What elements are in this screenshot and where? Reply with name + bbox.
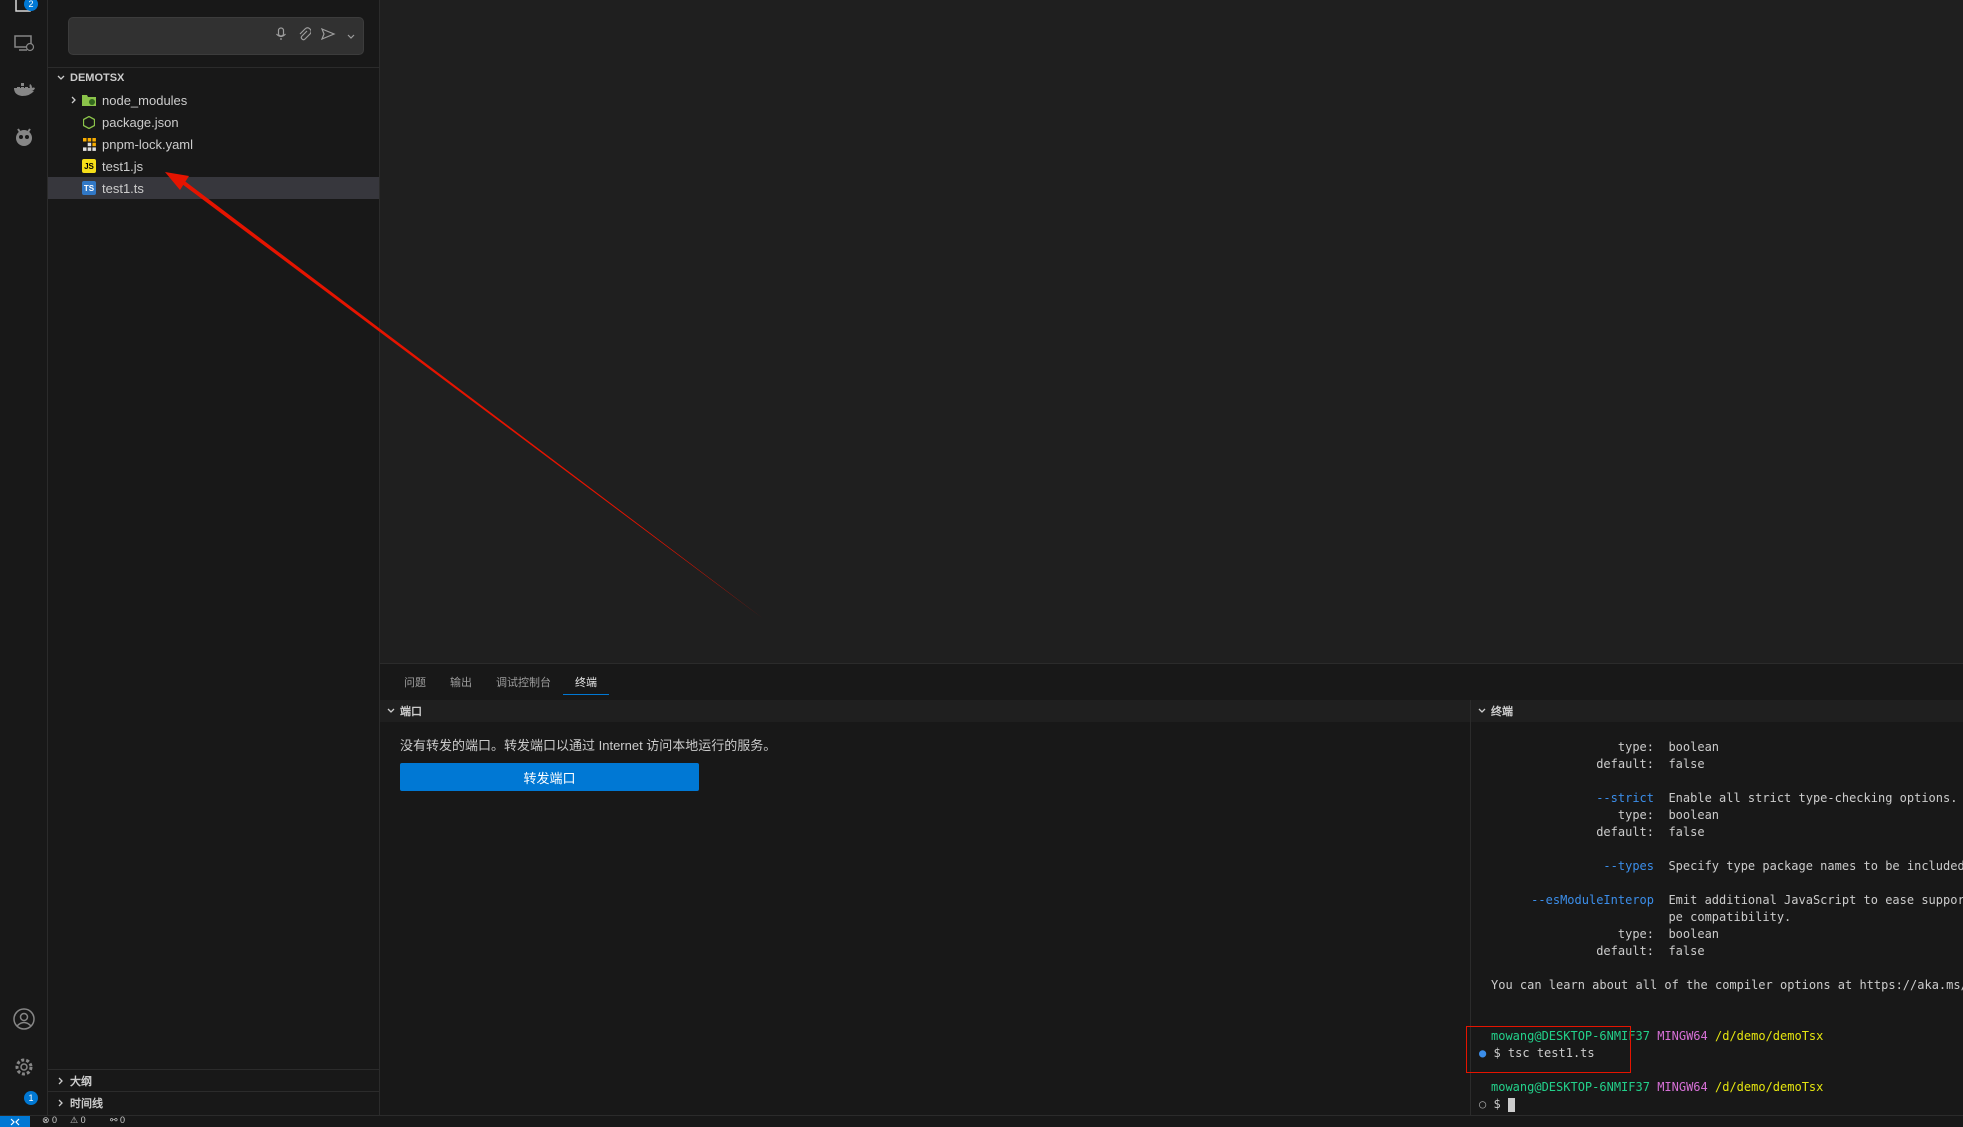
tree-item-test1-ts[interactable]: TS test1.ts [48, 177, 379, 199]
tab-terminal[interactable]: 终端 [563, 670, 609, 695]
error-count[interactable]: ⊗ 0 [42, 1115, 57, 1126]
terminal-line: You can learn about all of the compiler … [1491, 978, 1963, 992]
ports-view: 端口 没有转发的端口。转发端口以通过 Internet 访问本地运行的服务。 转… [380, 700, 1471, 1116]
tree-item-pnpm-lock[interactable]: pnpm-lock.yaml [48, 133, 379, 155]
terminal-line: default: false [1596, 944, 1705, 958]
tab-debug-console[interactable]: 调试控制台 [484, 670, 563, 695]
outline-section[interactable]: 大纲 [48, 1069, 379, 1092]
chevron-down-icon[interactable] [347, 28, 355, 43]
pnpm-icon [82, 137, 96, 151]
editor-area[interactable] [380, 0, 1963, 663]
outline-label: 大纲 [70, 1076, 92, 1088]
timeline-label: 时间线 [70, 1098, 103, 1110]
explorer-root-label: DEMOTSX [70, 72, 125, 84]
chevron-right-icon [52, 1076, 70, 1086]
tree-item-package-json[interactable]: package.json [48, 111, 379, 133]
gear-icon[interactable] [11, 1054, 37, 1080]
chat-input[interactable] [68, 17, 364, 55]
status-bar: ⊗ 0 ⚠ 0 ⚯ 0 [0, 1115, 1963, 1127]
tree-item-label: pnpm-lock.yaml [102, 136, 194, 152]
ports-message: 没有转发的端口。转发端口以通过 Internet 访问本地运行的服务。 [400, 738, 777, 753]
remote-indicator[interactable] [0, 1116, 30, 1127]
chevron-down-icon [1473, 706, 1491, 716]
terminal-line: default: false [1596, 757, 1705, 771]
terminal-line: type: boolean [1617, 808, 1720, 822]
tree-item-label: package.json [102, 114, 179, 130]
bottom-panel: 问题 输出 调试控制台 终端 端口 没有转发的端口。转发端口以通过 Intern… [380, 663, 1963, 1116]
terminal-header-label: 终端 [1491, 706, 1513, 718]
chat-tools [275, 27, 355, 44]
annotation-box [1466, 1026, 1631, 1073]
chevron-right-icon [66, 95, 82, 105]
nodejs-icon [82, 115, 96, 129]
terminal-line: --strict Enable all strict type-checking… [1596, 791, 1958, 805]
terminal-current-prompt: ○ $ [1479, 1096, 1515, 1113]
account-icon[interactable] [11, 1006, 37, 1032]
terminal-prompt: mowang@DESKTOP-6NMIF37 MINGW64 /d/demo/d… [1491, 1080, 1824, 1094]
js-file-icon: JS [82, 159, 96, 173]
forward-port-button[interactable]: 转发端口 [400, 763, 699, 791]
tree-item-label: node_modules [102, 92, 188, 108]
tree-item-node-modules[interactable]: node_modules [48, 89, 379, 111]
send-icon[interactable] [320, 27, 337, 43]
activity-bar: 2 1 [0, 0, 48, 1115]
ports-count[interactable]: ⚯ 0 [110, 1115, 125, 1126]
terminal-line: --types Specify type package names to be… [1603, 859, 1963, 873]
settings-badge: 1 [24, 1091, 38, 1105]
sidebar: DEMOTSX node_modules package.json pnpm-l… [48, 0, 380, 1115]
warning-count[interactable]: ⚠ 0 [70, 1115, 86, 1126]
tab-output[interactable]: 输出 [438, 670, 484, 695]
chevron-down-icon [52, 73, 70, 83]
chevron-down-icon [382, 706, 400, 716]
tree-item-label: test1.ts [102, 180, 144, 196]
tab-problems[interactable]: 问题 [392, 670, 438, 695]
attach-icon[interactable] [297, 27, 312, 44]
terminal-line: pe compatibility. [1668, 910, 1792, 924]
docker-icon[interactable] [11, 78, 37, 104]
microphone-icon[interactable] [275, 27, 287, 44]
chevron-right-icon [52, 1098, 70, 1108]
terminal-line: type: boolean [1617, 740, 1720, 754]
folder-node-icon [82, 93, 96, 107]
tree-item-test1-js[interactable]: JS test1.js [48, 155, 379, 177]
terminal-line: type: boolean [1617, 927, 1720, 941]
terminal-header[interactable]: 终端 [1471, 700, 1963, 722]
panel-tabs: 问题 输出 调试控制台 终端 [392, 670, 609, 695]
explorer-root[interactable]: DEMOTSX [48, 67, 379, 89]
remote-explorer-icon[interactable] [11, 30, 37, 56]
ports-header-label: 端口 [400, 706, 422, 718]
terminal-line: --esModuleInterop Emit additional JavaSc… [1531, 893, 1963, 907]
copilot-icon[interactable] [11, 124, 37, 150]
tree-item-label: test1.js [102, 158, 144, 174]
ports-header[interactable]: 端口 [380, 700, 1470, 722]
terminal-line: default: false [1596, 825, 1705, 839]
ts-file-icon: TS [82, 181, 96, 195]
timeline-section[interactable]: 时间线 [48, 1091, 379, 1114]
